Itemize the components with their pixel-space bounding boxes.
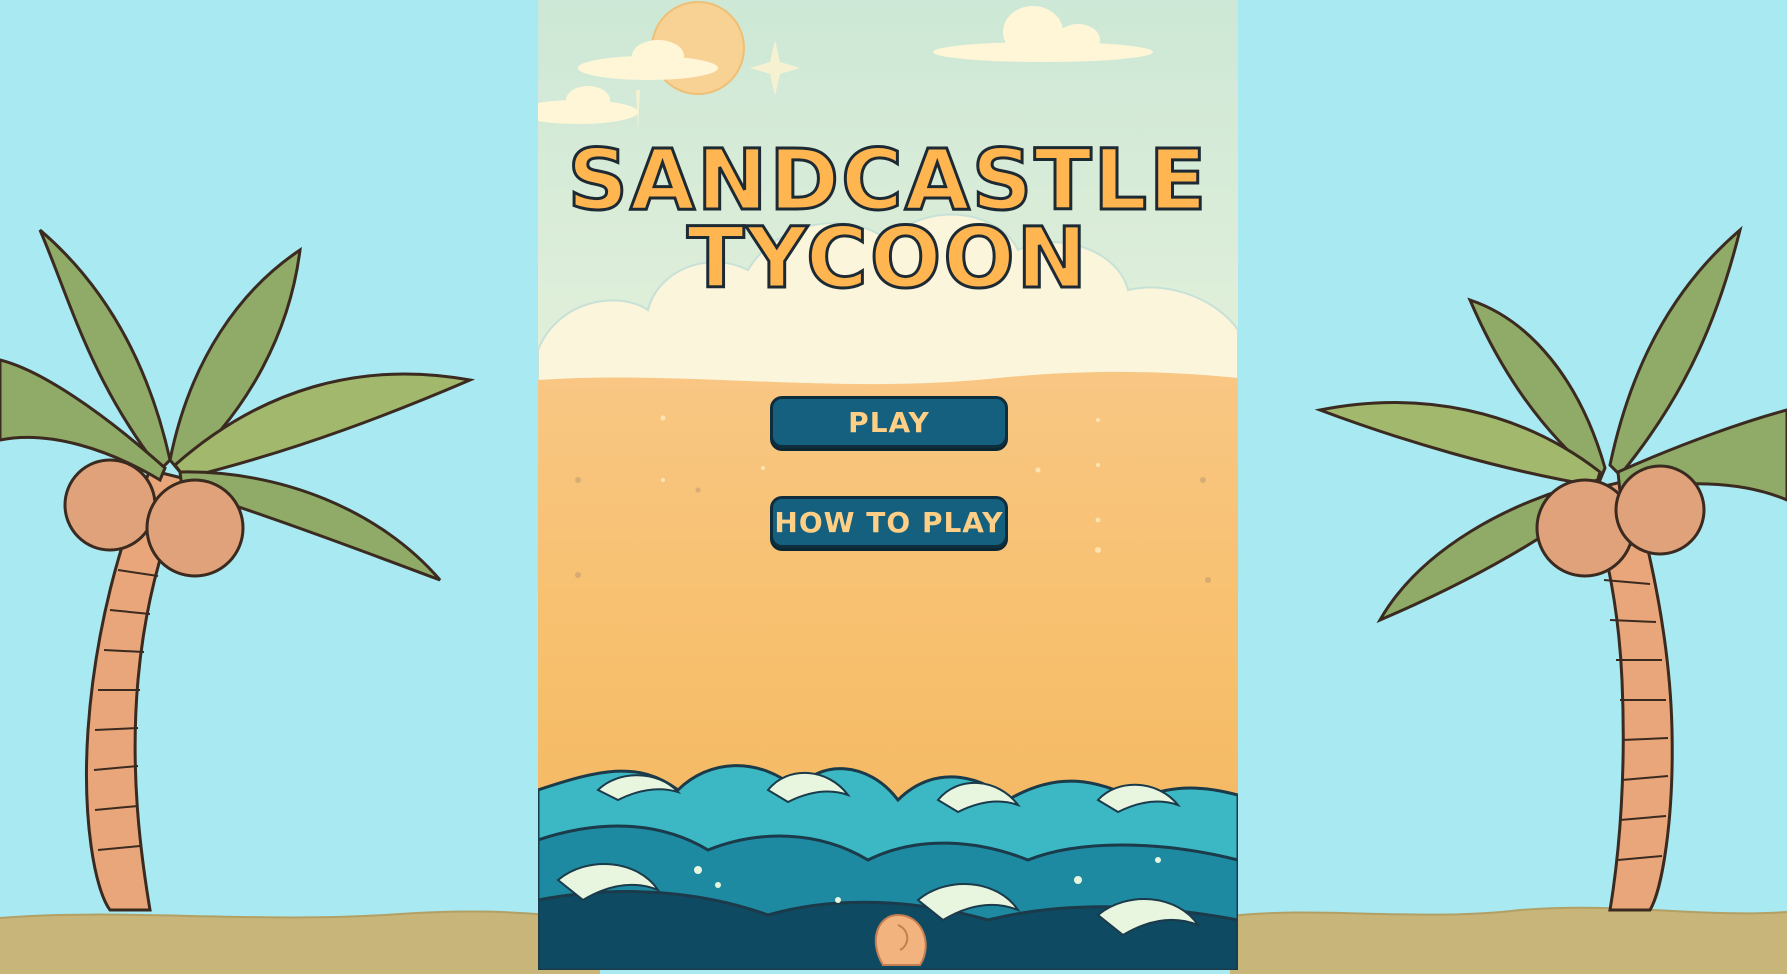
game-screen: SANDCASTLE TYCOON PLAY HOW TO PLAY xyxy=(0,0,1787,974)
game-panel: SANDCASTLE TYCOON PLAY HOW TO PLAY xyxy=(538,0,1238,970)
game-title: SANDCASTLE TYCOON xyxy=(538,137,1238,302)
how-to-play-button[interactable]: HOW TO PLAY xyxy=(770,496,1008,548)
palm-tree-left xyxy=(0,228,476,912)
palm-tree-right xyxy=(1314,225,1787,912)
how-to-play-button-label: HOW TO PLAY xyxy=(774,505,1004,539)
play-button[interactable]: PLAY xyxy=(770,396,1008,448)
play-button-label: PLAY xyxy=(848,405,930,439)
